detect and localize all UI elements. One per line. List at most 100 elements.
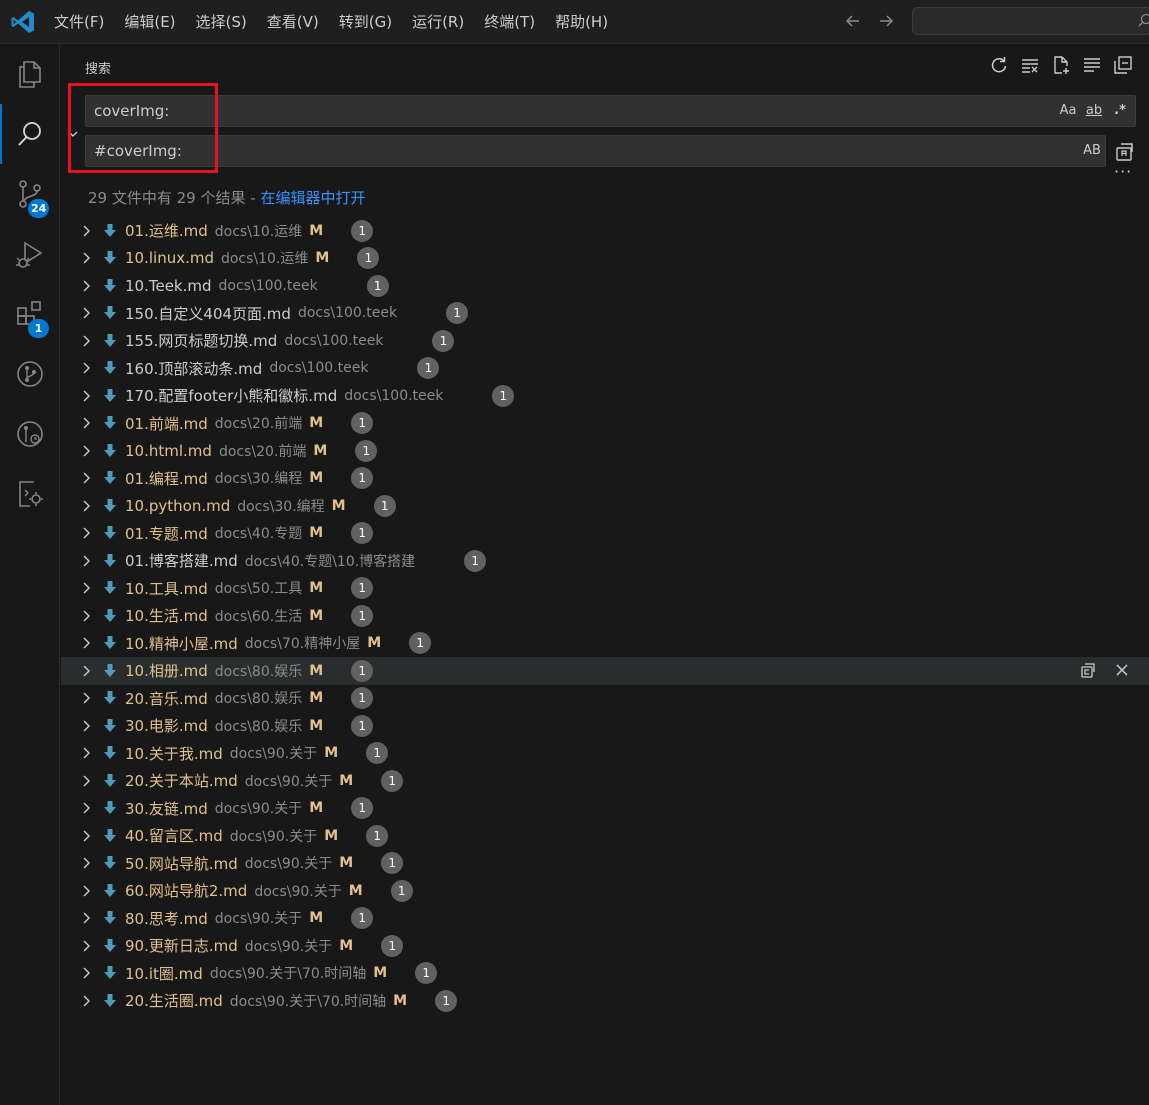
whole-word-toggle[interactable]: ab (1083, 101, 1105, 121)
result-file-row[interactable]: 10.相册.md docs\80.娱乐 M 1 (61, 657, 1149, 685)
result-file-row[interactable]: 90.更新日志.md docs\90.关于 M 1 (61, 932, 1149, 960)
result-file-row[interactable]: 20.音乐.md docs\80.娱乐 M 1 (61, 685, 1149, 713)
result-file-row[interactable]: 20.关于本站.md docs\90.关于 M 1 (61, 767, 1149, 795)
command-center-search[interactable] (912, 7, 1149, 35)
result-file-row[interactable]: 10.linux.md docs\10.运维 M 1 (61, 245, 1149, 273)
result-file-row[interactable]: 10.生活.md docs\60.生活 M 1 (61, 602, 1149, 630)
chevron-right-icon[interactable] (77, 414, 95, 432)
result-file-row[interactable]: 10.精神小屋.md docs\70.精神小屋 M 1 (61, 630, 1149, 658)
dismiss-icon[interactable] (1113, 661, 1131, 679)
chevron-right-icon[interactable] (77, 304, 95, 322)
result-file-row[interactable]: 40.留言区.md docs\90.关于 M 1 (61, 822, 1149, 850)
activity-extensions[interactable]: 1 (0, 284, 60, 344)
menu-file[interactable]: 文件(F) (44, 0, 114, 44)
replace-all-icon[interactable] (1114, 140, 1136, 162)
menu-view[interactable]: 查看(V) (257, 0, 329, 44)
result-file-row[interactable]: 10.关于我.md docs\90.关于 M 1 (61, 740, 1149, 768)
result-file-row[interactable]: 10.html.md docs\20.前端 M 1 (61, 437, 1149, 465)
chevron-right-icon[interactable] (77, 717, 95, 735)
result-file-row[interactable]: 155.网页标题切换.md docs\100.teek 1 (61, 327, 1149, 355)
chevron-right-icon[interactable] (77, 909, 95, 927)
result-file-row[interactable]: 170.配置footer小熊和徽标.md docs\100.teek 1 (61, 382, 1149, 410)
chevron-down-icon[interactable] (65, 126, 81, 142)
collapse-all-button[interactable] (1113, 55, 1133, 75)
view-as-list-button[interactable] (1082, 55, 1102, 75)
result-file-row[interactable]: 01.编程.md docs\30.编程 M 1 (61, 465, 1149, 493)
result-file-name: 90.更新日志.md (125, 937, 238, 956)
result-file-row[interactable]: 10.Teek.md docs\100.teek 1 (61, 272, 1149, 300)
chevron-right-icon[interactable] (77, 634, 95, 652)
menu-run[interactable]: 运行(R) (402, 0, 474, 44)
git-status-badge: M (309, 717, 324, 734)
regex-toggle[interactable]: .* (1109, 101, 1131, 121)
menu-help[interactable]: 帮助(H) (545, 0, 618, 44)
more-options-icon[interactable]: ··· (1114, 164, 1136, 188)
chevron-right-icon[interactable] (77, 332, 95, 350)
result-file-row[interactable]: 01.运维.md docs\10.运维 M 1 (61, 217, 1149, 245)
menu-go[interactable]: 转到(G) (329, 0, 402, 44)
chevron-right-icon[interactable] (77, 744, 95, 762)
activity-git-graph[interactable] (0, 344, 60, 404)
chevron-right-icon[interactable] (77, 359, 95, 377)
result-file-row[interactable]: 10.工具.md docs\50.工具 M 1 (61, 575, 1149, 603)
result-file-row[interactable]: 01.前端.md docs\20.前端 M 1 (61, 410, 1149, 438)
result-file-row[interactable]: 01.博客搭建.md docs\40.专题\10.博客搭建 1 (61, 547, 1149, 575)
result-file-row[interactable]: 30.友链.md docs\90.关于 M 1 (61, 795, 1149, 823)
chevron-right-icon[interactable] (77, 827, 95, 845)
menu-selection[interactable]: 选择(S) (186, 0, 257, 44)
result-file-row[interactable]: 160.顶部滚动条.md docs\100.teek 1 (61, 355, 1149, 383)
menu-edit[interactable]: 编辑(E) (114, 0, 185, 44)
search-input[interactable]: coverImg: Aa ab .* (85, 95, 1136, 127)
markdown-file-icon (104, 966, 116, 980)
chevron-right-icon[interactable] (77, 497, 95, 515)
activity-git-history[interactable] (0, 404, 60, 464)
preserve-case-toggle[interactable]: AB (1080, 141, 1104, 161)
activity-search[interactable] (0, 104, 60, 164)
activity-remote[interactable] (0, 464, 60, 524)
chevron-right-icon[interactable] (77, 524, 95, 542)
activity-run-debug[interactable] (0, 224, 60, 284)
arrow-right-icon[interactable] (876, 11, 896, 31)
replace-input[interactable]: #coverImg: AB (85, 135, 1106, 167)
chevron-right-icon[interactable] (77, 854, 95, 872)
chevron-right-icon[interactable] (77, 662, 95, 680)
result-file-row[interactable]: 10.it圈.md docs\90.关于\70.时间轴 M 1 (61, 960, 1149, 988)
result-file-row[interactable]: 60.网站导航2.md docs\90.关于 M 1 (61, 877, 1149, 905)
refresh-button[interactable] (989, 55, 1009, 75)
replace-all-in-file-icon[interactable] (1079, 661, 1097, 679)
match-case-toggle[interactable]: Aa (1057, 101, 1079, 121)
chevron-right-icon[interactable] (77, 249, 95, 267)
chevron-right-icon[interactable] (77, 964, 95, 982)
chevron-right-icon[interactable] (77, 689, 95, 707)
result-file-row[interactable]: 80.思考.md docs\90.关于 M 1 (61, 905, 1149, 933)
result-file-row[interactable]: 30.电影.md docs\80.娱乐 M 1 (61, 712, 1149, 740)
clear-results-button[interactable] (1020, 55, 1040, 75)
chevron-right-icon[interactable] (77, 387, 95, 405)
result-file-row[interactable]: 10.python.md docs\30.编程 M 1 (61, 492, 1149, 520)
chevron-right-icon[interactable] (77, 277, 95, 295)
result-file-row[interactable]: 20.生活圈.md docs\90.关于\70.时间轴 M 1 (61, 987, 1149, 1015)
chevron-right-icon[interactable] (77, 882, 95, 900)
result-file-row[interactable]: 01.专题.md docs\40.专题 M 1 (61, 520, 1149, 548)
result-file-path: docs\70.精神小屋 (244, 636, 361, 653)
result-file-row[interactable]: 50.网站导航.md docs\90.关于 M 1 (61, 850, 1149, 878)
open-in-editor-link[interactable]: 在编辑器中打开 (260, 189, 365, 207)
chevron-right-icon[interactable] (77, 579, 95, 597)
chevron-right-icon[interactable] (77, 442, 95, 460)
chevron-right-icon[interactable] (77, 799, 95, 817)
activity-source-control[interactable]: 24 (0, 164, 60, 224)
new-search-editor-button[interactable] (1051, 55, 1071, 75)
chevron-right-icon[interactable] (77, 469, 95, 487)
chevron-right-icon[interactable] (77, 937, 95, 955)
menu-terminal[interactable]: 终端(T) (474, 0, 545, 44)
git-graph-icon (17, 361, 43, 387)
match-count-badge: 1 (415, 962, 438, 985)
chevron-right-icon[interactable] (77, 772, 95, 790)
arrow-left-icon[interactable] (843, 11, 863, 31)
chevron-right-icon[interactable] (77, 607, 95, 625)
activity-explorer[interactable] (0, 44, 60, 104)
chevron-right-icon[interactable] (77, 992, 95, 1010)
chevron-right-icon[interactable] (77, 552, 95, 570)
chevron-right-icon[interactable] (77, 222, 95, 240)
result-file-row[interactable]: 150.自定义404页面.md docs\100.teek 1 (61, 300, 1149, 328)
